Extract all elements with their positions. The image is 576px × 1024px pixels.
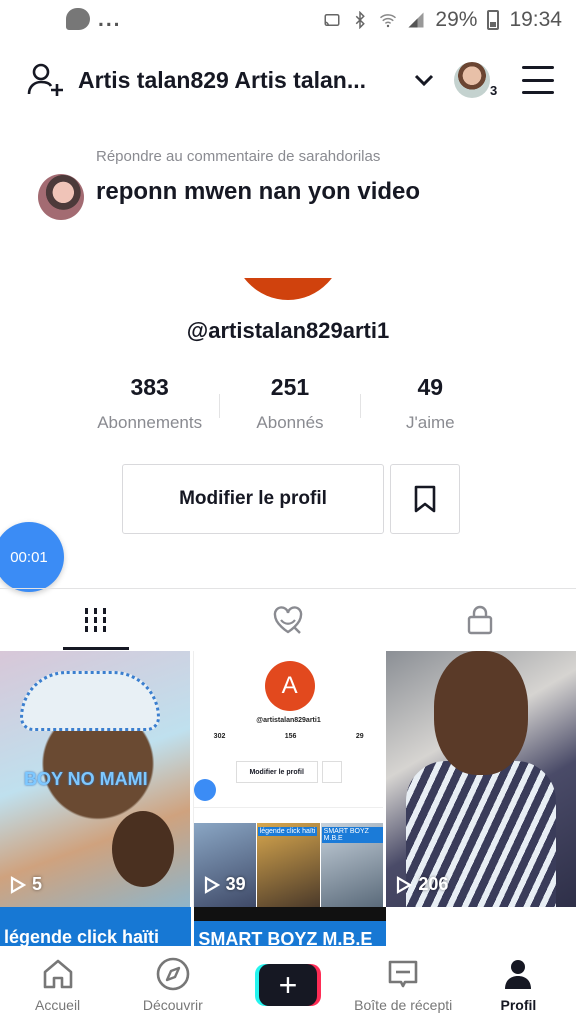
nav-inbox[interactable]: Boîte de récepti [346, 946, 461, 1024]
menu-icon[interactable] [522, 66, 554, 94]
messaging-notification-icon [66, 8, 90, 30]
chevron-down-icon[interactable] [412, 68, 436, 92]
reply-comment-banner[interactable]: Répondre au commentaire de sarahdorilas … [38, 146, 478, 220]
reply-comment-text: reponn mwen nan yon video [96, 178, 421, 205]
bluetooth-icon [356, 11, 366, 29]
video-thumbnail[interactable]: légende click haïti [0, 907, 192, 947]
signal-icon [408, 12, 424, 28]
stat-likes-count: 49 [417, 374, 444, 400]
add-user-icon[interactable] [26, 60, 66, 100]
status-dots: ... [98, 8, 122, 31]
hidden-heart-icon [273, 605, 303, 634]
stat-likes[interactable]: 49 J'aime [361, 374, 500, 433]
mini-stat: 302 [213, 733, 226, 740]
video-thumbnail[interactable]: SMART BOYZ M.B.E [194, 907, 386, 947]
nav-create[interactable]: + [230, 946, 345, 1024]
video-grid-row-2: légende click haïti SMART BOYZ M.B.E [0, 907, 576, 947]
mini-stat: 156 [284, 733, 297, 740]
bookmark-icon [414, 485, 436, 513]
mini-edit-button: Modifier le profil [235, 761, 318, 783]
video-thumbnail[interactable]: A @artistalan829arti1 302 156 29 Modifie… [192, 651, 384, 907]
plus-icon: + [259, 964, 317, 1006]
inbox-icon [388, 960, 418, 988]
video-caption: légende click haïti [4, 927, 160, 947]
view-count: 39 [204, 874, 246, 895]
mini-bookmark [321, 761, 342, 783]
view-count-value: 206 [418, 874, 449, 894]
tab-private[interactable] [384, 589, 576, 650]
profile-header: Artis talan829 Artis talan... 3 [0, 52, 576, 108]
stat-followers-count: 251 [270, 374, 310, 400]
grid-icon [85, 607, 106, 632]
tab-liked[interactable] [192, 589, 384, 650]
cast-icon [324, 14, 340, 26]
view-count-value: 39 [225, 874, 246, 894]
stat-following-label: Abonnements [97, 413, 203, 432]
mini-timer [193, 779, 216, 801]
nav-home-label: Accueil [35, 997, 81, 1013]
home-icon [43, 959, 72, 989]
thumbnail-art [434, 651, 529, 775]
profile-stats: 383 Abonnements 251 Abonnés 49 J'aime [80, 374, 500, 433]
play-icon [397, 875, 413, 894]
profile-avatar[interactable] [232, 278, 344, 300]
stat-following[interactable]: 383 Abonnements [80, 374, 219, 433]
thumbnail-art [20, 671, 160, 731]
tab-videos[interactable] [0, 589, 192, 650]
nav-profile[interactable]: Profil [461, 946, 576, 1024]
mini-handle: @artistalan829arti1 [256, 717, 321, 724]
mini-caption: SMART BOYZ M.B.E [321, 827, 384, 843]
bottom-navigation: Accueil Découvrir + Boîte de récepti Pro… [0, 946, 576, 1024]
profile-icon [505, 960, 532, 989]
mini-stat: 29 [355, 733, 364, 740]
favorites-button[interactable] [390, 464, 460, 534]
account-avatar-count: 3 [490, 83, 498, 98]
account-avatar[interactable] [454, 62, 490, 98]
play-icon [10, 875, 26, 894]
video-watermark: BOY NO MAMI [24, 769, 148, 789]
stat-following-count: 383 [130, 374, 169, 400]
nav-discover-label: Découvrir [142, 997, 203, 1013]
mini-tabs [193, 807, 384, 821]
compass-icon [156, 957, 190, 991]
reply-meta: Répondre au commentaire de sarahdorilas [96, 148, 381, 165]
profile-handle: @artistalan829arti1 [186, 318, 390, 343]
status-right: 29% 19:34 [323, 8, 562, 32]
create-button[interactable]: + [255, 964, 321, 1006]
stat-likes-label: J'aime [406, 413, 455, 432]
screen-recorder-timer[interactable]: 00:01 [0, 522, 64, 592]
profile-tabs [0, 588, 576, 650]
video-caption: SMART BOYZ M.B.E [198, 929, 373, 947]
mini-caption: légende click haïti [257, 827, 318, 836]
mini-stats: 302 156 29 [214, 733, 364, 740]
stat-followers[interactable]: 251 Abonnés [220, 374, 359, 433]
nav-inbox-label: Boîte de récepti [354, 997, 453, 1013]
stat-followers-label: Abonnés [256, 413, 324, 432]
play-icon [204, 875, 220, 894]
nav-profile-label: Profil [500, 997, 537, 1013]
video-thumbnail[interactable]: 206 [386, 651, 576, 907]
wifi-icon [380, 14, 397, 28]
clock: 19:34 [509, 8, 562, 31]
video-grid: BOY NO MAMI 5 A @artistalan829arti1 302 … [0, 651, 576, 907]
status-left: ... [66, 8, 122, 32]
thumbnail-art [112, 811, 174, 887]
view-count-value: 5 [32, 874, 43, 894]
video-thumbnail-empty [388, 907, 576, 947]
view-count: 5 [10, 874, 42, 895]
nav-discover[interactable]: Découvrir [115, 946, 230, 1024]
battery-icon [487, 10, 500, 30]
lock-icon [467, 605, 493, 634]
video-thumbnail[interactable]: BOY NO MAMI 5 [0, 651, 190, 907]
commenter-avatar [38, 174, 84, 220]
edit-profile-button[interactable]: Modifier le profil [122, 464, 384, 534]
status-bar: ... 29% 19:34 [0, 0, 576, 40]
view-count: 206 [396, 874, 448, 895]
mini-avatar: A [264, 661, 315, 711]
nav-home[interactable]: Accueil [0, 946, 115, 1024]
account-title[interactable]: Artis talan829 Artis talan... [78, 67, 400, 94]
battery-percent: 29% [435, 8, 478, 31]
